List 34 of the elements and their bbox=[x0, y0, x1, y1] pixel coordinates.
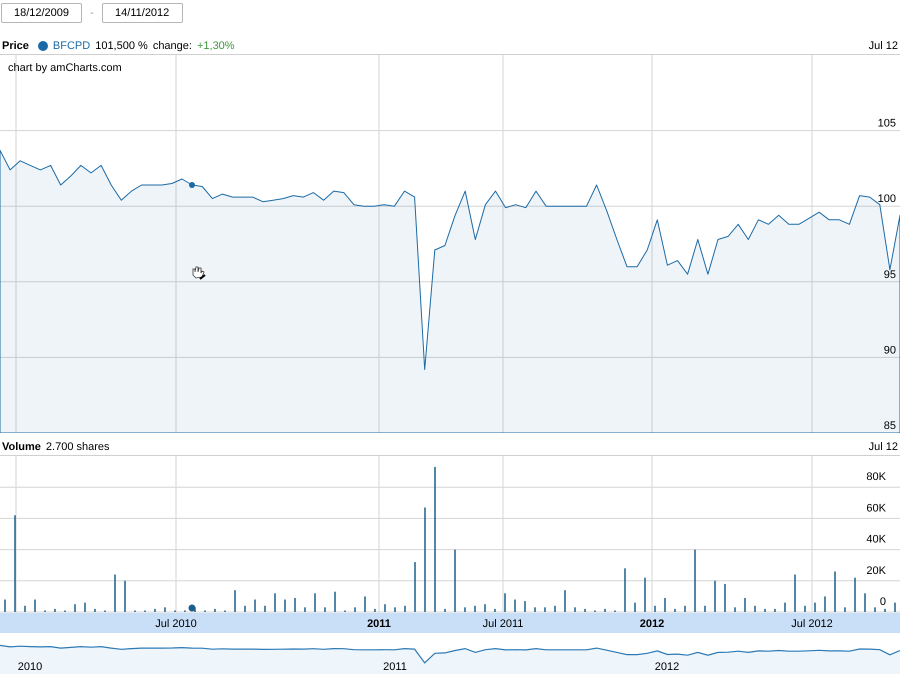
date-axis-label: 2012 bbox=[640, 618, 664, 630]
panel-title: Volume bbox=[2, 441, 41, 453]
axis-label: 90 bbox=[884, 344, 896, 356]
chart-credit: chart by amCharts.com bbox=[8, 62, 122, 74]
date-axis-label: Jul 2011 bbox=[482, 618, 524, 630]
volume-value: 2.700 shares bbox=[46, 441, 110, 453]
hand-cursor-icon bbox=[190, 266, 206, 282]
axis-label: 0 bbox=[880, 596, 886, 608]
end-date-field[interactable]: 14/11/2012 bbox=[102, 2, 183, 22]
navigator-label: 2010 bbox=[18, 661, 42, 673]
panel-title: Price bbox=[2, 40, 29, 52]
range-separator: - bbox=[90, 6, 94, 18]
axis-label: 80K bbox=[866, 471, 886, 484]
change-value: +1,30% bbox=[196, 40, 235, 52]
navigator-label: 2011 bbox=[383, 661, 407, 673]
hover-marker bbox=[189, 182, 195, 188]
axis-label: 60K bbox=[866, 502, 886, 514]
current-date: Jul 12 bbox=[868, 441, 898, 453]
axis-label: 85 bbox=[884, 420, 896, 432]
start-date-field[interactable]: 18/12/2009 bbox=[1, 2, 82, 22]
price-value: 101,500 % bbox=[95, 40, 148, 52]
date-axis-label: Jul 2010 bbox=[155, 618, 197, 630]
current-date: Jul 12 bbox=[868, 40, 898, 52]
series-name: BFCPD bbox=[52, 40, 90, 52]
hover-marker bbox=[188, 604, 196, 612]
axis-label: 40K bbox=[866, 534, 886, 546]
axis-label: 100 bbox=[878, 193, 896, 206]
axis-label: 105 bbox=[878, 118, 896, 130]
date-axis-label: 2011 bbox=[367, 618, 391, 630]
axis-label: 20K bbox=[866, 564, 886, 577]
navigator-label: 2012 bbox=[654, 661, 680, 673]
axis-label: 95 bbox=[884, 268, 896, 281]
change-label: change: bbox=[152, 40, 192, 52]
date-axis-label: Jul 2012 bbox=[791, 618, 833, 630]
